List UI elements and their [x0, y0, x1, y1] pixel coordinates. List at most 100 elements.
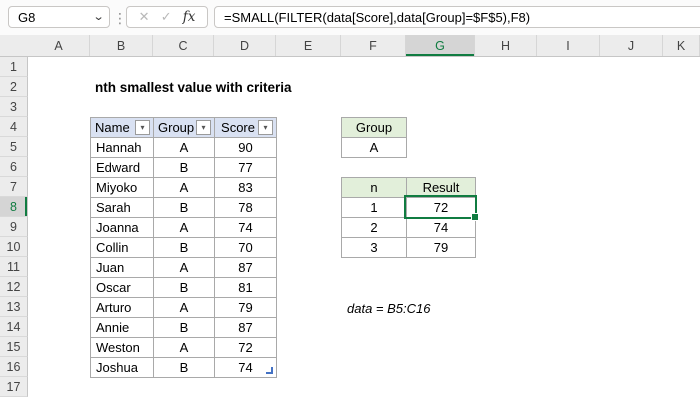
- criteria-table: Group A: [341, 117, 407, 158]
- results-header-result[interactable]: Result: [406, 177, 476, 198]
- score-cell[interactable]: 70: [214, 237, 277, 258]
- results-row: 3 79: [341, 237, 476, 258]
- group-cell[interactable]: B: [153, 157, 215, 178]
- group-cell[interactable]: B: [153, 277, 215, 298]
- group-cell[interactable]: A: [153, 177, 215, 198]
- filter-icon[interactable]: ▾: [258, 120, 273, 135]
- group-cell[interactable]: B: [153, 237, 215, 258]
- column-header-E[interactable]: E: [276, 35, 341, 56]
- n-cell[interactable]: 2: [341, 217, 407, 238]
- data-table: Name ▾ Group ▾ Score ▾ Hannah A 90 Edward B 77 Miyok…: [90, 117, 277, 378]
- score-cell[interactable]: 81: [214, 277, 277, 298]
- result-cell[interactable]: 74: [406, 217, 476, 238]
- column-header-H[interactable]: H: [475, 35, 537, 56]
- results-table: n Result 1 72 2 74 3 79: [341, 177, 476, 258]
- score-cell[interactable]: 74: [214, 217, 277, 238]
- name-cell[interactable]: Joshua: [90, 357, 154, 378]
- table-row: Joanna A 74: [90, 217, 277, 238]
- group-cell[interactable]: B: [153, 197, 215, 218]
- name-cell[interactable]: Collin: [90, 237, 154, 258]
- table-row: Sarah B 78: [90, 197, 277, 218]
- table-row: Juan A 87: [90, 257, 277, 278]
- row-header-3[interactable]: 3: [0, 97, 28, 117]
- criteria-value[interactable]: A: [341, 137, 407, 158]
- column-header-C[interactable]: C: [153, 35, 214, 56]
- table-header-label: Score: [221, 120, 255, 135]
- group-cell[interactable]: A: [153, 337, 215, 358]
- table-header-score[interactable]: Score ▾: [214, 117, 277, 138]
- filter-icon[interactable]: ▾: [196, 120, 211, 135]
- row-header-1[interactable]: 1: [0, 57, 28, 77]
- score-cell[interactable]: 90: [214, 137, 277, 158]
- name-cell[interactable]: Hannah: [90, 137, 154, 158]
- name-cell[interactable]: Oscar: [90, 277, 154, 298]
- row-header-13[interactable]: 13: [0, 297, 28, 317]
- row-header-16[interactable]: 16: [0, 357, 28, 377]
- row-header-2[interactable]: 2: [0, 77, 28, 97]
- name-cell[interactable]: Annie: [90, 317, 154, 338]
- column-header-I[interactable]: I: [537, 35, 600, 56]
- name-box[interactable]: G8 ⌄: [8, 6, 110, 28]
- name-cell[interactable]: Miyoko: [90, 177, 154, 198]
- row-header-17[interactable]: 17: [0, 377, 28, 397]
- column-header-D[interactable]: D: [214, 35, 276, 56]
- n-cell[interactable]: 3: [341, 237, 407, 258]
- row-header-15[interactable]: 15: [0, 337, 28, 357]
- table-header-group[interactable]: Group ▾: [153, 117, 215, 138]
- criteria-header[interactable]: Group: [341, 117, 407, 138]
- cancel-icon[interactable]: ✕: [139, 9, 150, 25]
- insert-function-icon[interactable]: fx: [183, 9, 196, 25]
- name-cell[interactable]: Juan: [90, 257, 154, 278]
- column-header-K[interactable]: K: [663, 35, 700, 56]
- score-cell[interactable]: 87: [214, 317, 277, 338]
- group-cell[interactable]: B: [153, 357, 215, 378]
- results-header-n[interactable]: n: [341, 177, 407, 198]
- table-resize-handle[interactable]: [266, 367, 273, 374]
- sheet-title[interactable]: nth smallest value with criteria: [95, 80, 292, 95]
- row-header-8[interactable]: 8: [0, 197, 28, 217]
- table-row: Edward B 77: [90, 157, 277, 178]
- name-cell[interactable]: Arturo: [90, 297, 154, 318]
- name-cell[interactable]: Weston: [90, 337, 154, 358]
- score-cell[interactable]: 79: [214, 297, 277, 318]
- filter-icon[interactable]: ▾: [135, 120, 150, 135]
- group-cell[interactable]: B: [153, 317, 215, 338]
- row-header-14[interactable]: 14: [0, 317, 28, 337]
- row-header-12[interactable]: 12: [0, 277, 28, 297]
- row-header-7[interactable]: 7: [0, 177, 28, 197]
- score-cell[interactable]: 72: [214, 337, 277, 358]
- column-header-G[interactable]: G: [406, 35, 475, 56]
- grip-dots-icon: ⋮: [113, 10, 127, 26]
- group-cell[interactable]: A: [153, 137, 215, 158]
- column-headers: ABCDEFGHIJK: [0, 35, 700, 57]
- name-cell[interactable]: Joanna: [90, 217, 154, 238]
- result-cell[interactable]: 72: [406, 197, 476, 218]
- enter-icon[interactable]: ✓: [161, 9, 172, 25]
- result-cell[interactable]: 79: [406, 237, 476, 258]
- score-cell[interactable]: 87: [214, 257, 277, 278]
- name-cell[interactable]: Sarah: [90, 197, 154, 218]
- row-header-10[interactable]: 10: [0, 237, 28, 257]
- group-cell[interactable]: A: [153, 257, 215, 278]
- row-header-6[interactable]: 6: [0, 157, 28, 177]
- group-cell[interactable]: A: [153, 217, 215, 238]
- score-cell[interactable]: 78: [214, 197, 277, 218]
- row-header-9[interactable]: 9: [0, 217, 28, 237]
- chevron-down-icon[interactable]: ⌄: [92, 11, 104, 23]
- n-cell[interactable]: 1: [341, 197, 407, 218]
- row-headers: 1 2 3 4 5 6 7 8 9 10 11 12 13 14 15 16 17: [0, 57, 28, 397]
- row-header-4[interactable]: 4: [0, 117, 28, 137]
- group-cell[interactable]: A: [153, 297, 215, 318]
- column-header-B[interactable]: B: [90, 35, 153, 56]
- row-header-11[interactable]: 11: [0, 257, 28, 277]
- column-header-A[interactable]: A: [28, 35, 90, 56]
- formula-input[interactable]: =SMALL(FILTER(data[Score],data[Group]=$F…: [214, 6, 700, 28]
- column-header-F[interactable]: F: [341, 35, 406, 56]
- table-header-name[interactable]: Name ▾: [90, 117, 154, 138]
- score-cell[interactable]: 83: [214, 177, 277, 198]
- name-cell[interactable]: Edward: [90, 157, 154, 178]
- row-header-5[interactable]: 5: [0, 137, 28, 157]
- column-header-J[interactable]: J: [600, 35, 663, 56]
- range-annotation[interactable]: data = B5:C16: [347, 301, 430, 316]
- score-cell[interactable]: 77: [214, 157, 277, 178]
